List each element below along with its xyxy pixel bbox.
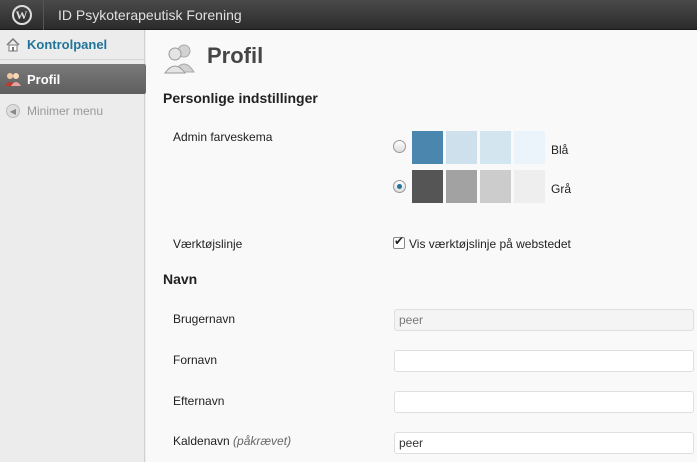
show-toolbar-checkbox[interactable] <box>393 234 405 249</box>
scheme-gray-swatch[interactable] <box>446 170 477 203</box>
first-name-label: Fornavn <box>173 353 218 367</box>
main-content: Profil Personlige indstillinger Admin fa… <box>146 30 697 462</box>
scheme-blue-label[interactable]: Blå <box>551 143 568 157</box>
profile-users-icon <box>164 42 196 74</box>
scheme-gray-swatch[interactable] <box>514 170 545 203</box>
nickname-label: Kaldenavn (påkrævet) <box>173 434 291 448</box>
site-name-link[interactable]: ID Psykoterapeutisk Forening <box>58 7 242 23</box>
page-title: Profil <box>207 43 264 68</box>
scheme-gray-swatch[interactable] <box>480 170 511 203</box>
scheme-blue-swatch[interactable] <box>412 131 443 164</box>
collapse-icon: ◀ <box>5 103 21 119</box>
collapse-menu-label: Minimer menu <box>27 104 104 118</box>
nickname-label-text: Kaldenavn <box>173 434 234 448</box>
users-icon <box>5 71 21 87</box>
sidebar-item-dashboard[interactable]: Kontrolpanel <box>0 30 145 60</box>
required-note: (påkrævet) <box>233 434 292 448</box>
scheme-gray-label[interactable]: Grå <box>551 182 571 196</box>
personal-settings-heading: Personlige indstillinger <box>163 90 318 106</box>
color-scheme-blue-radio[interactable] <box>393 140 406 153</box>
last-name-label: Efternavn <box>173 394 225 408</box>
admin-sidebar: Kontrolpanel Profil ◀ Minimer menu <box>0 30 153 462</box>
home-icon <box>5 37 21 53</box>
show-toolbar-label[interactable]: Vis værktøjslinje på webstedet <box>409 237 571 251</box>
username-label: Brugernavn <box>173 312 236 326</box>
sidebar-item-profile[interactable]: Profil <box>0 64 153 94</box>
wordpress-logo-glyph: W <box>11 5 32 25</box>
sidebar-item-label: Profil <box>27 71 61 87</box>
last-name-field[interactable] <box>394 391 694 413</box>
collapse-menu-button[interactable]: ◀ Minimer menu <box>0 100 145 122</box>
admin-bar: W ID Psykoterapeutisk Forening <box>0 0 697 30</box>
wordpress-logo-icon[interactable]: W <box>0 0 44 30</box>
first-name-field[interactable] <box>394 350 694 372</box>
toolbar-label: Værktøjslinje <box>173 237 243 251</box>
nickname-field[interactable] <box>394 432 694 454</box>
scheme-blue-swatch[interactable] <box>514 131 545 164</box>
color-scheme-label: Admin farveskema <box>173 130 273 144</box>
scheme-gray-swatch[interactable] <box>412 170 443 203</box>
color-scheme-gray-radio[interactable] <box>393 180 406 193</box>
sidebar-item-label: Kontrolpanel <box>27 37 108 52</box>
scheme-blue-swatch[interactable] <box>480 131 511 164</box>
scheme-blue-swatch[interactable] <box>446 131 477 164</box>
name-heading: Navn <box>163 271 198 287</box>
username-field <box>394 309 694 331</box>
